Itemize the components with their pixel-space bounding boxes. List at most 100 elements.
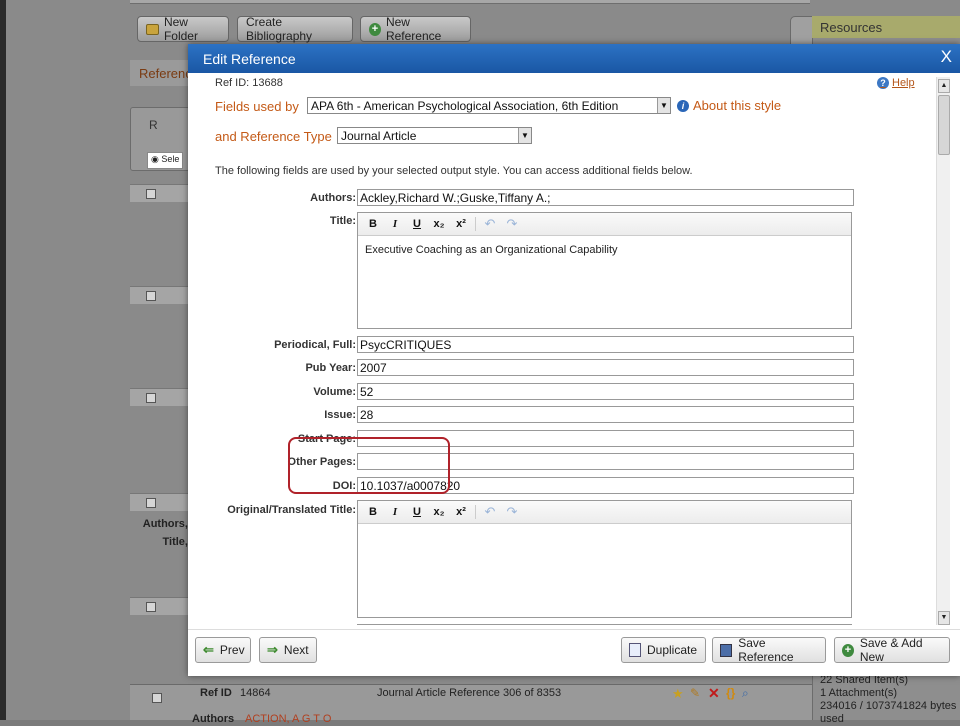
chevron-down-icon: ▼ [518,128,531,143]
italic-button[interactable]: I [385,506,405,518]
next-label: Next [283,643,309,657]
row-checkbox[interactable] [146,393,156,403]
volume-field[interactable]: 52 [357,383,854,400]
underline-button[interactable]: U [407,506,427,518]
dialog-scrollbar[interactable]: ▲ ▼ [936,77,950,625]
search-tab[interactable] [790,16,814,46]
issue-field-label: Issue: [324,409,356,421]
new-folder-button[interactable]: New Folder [137,15,229,43]
top-strip [130,0,810,4]
new-reference-button[interactable]: + New Reference [360,15,471,43]
magnifier-icon[interactable]: ⌕ [742,686,749,701]
dialog-footer: ⇐ Prev ⇒ Next Duplicate Save Reference +… [188,629,960,676]
list-item [130,286,190,304]
select-radio[interactable]: ◉ Sele [147,152,184,169]
resources-header[interactable]: Resources [812,16,960,38]
edit-reference-dialog: Edit Reference X Ref ID: 13688 ? Help Fi… [188,44,960,676]
superscript-button[interactable]: x² [451,218,471,230]
ref-id-value: 14864 [240,687,271,699]
output-style-value: APA 6th - American Psychological Associa… [311,99,619,113]
issue-field[interactable]: 28 [357,406,854,423]
create-bibliography-button[interactable]: Create Bibliography [237,15,353,43]
next-button[interactable]: ⇒ Next [259,637,317,663]
authors-value[interactable]: ACTION, A G T O [245,713,331,725]
authors-field[interactable]: Ackley,Richard W.;Guske,Tiffany A.; [357,189,854,206]
undo-button[interactable]: ↶ [480,216,500,232]
original-title-editor-text[interactable] [358,524,851,540]
row-checkbox[interactable] [146,189,156,199]
delete-icon[interactable]: ✕ [708,685,720,702]
list-item [130,597,190,615]
dialog-header: Edit Reference X [188,44,960,73]
duplicate-icon [629,643,641,657]
row-checkbox[interactable] [146,291,156,301]
reference-type-value: Journal Article [341,129,417,143]
title-editor[interactable]: B I U x₂ x² ↶ ↷ Executive Coaching as an… [357,212,852,329]
superscript-button[interactable]: x² [451,506,471,518]
save-add-new-button[interactable]: + Save & Add New [834,636,950,664]
help-link[interactable]: ? Help [877,77,915,89]
plus-icon: + [842,643,854,657]
save-icon [720,643,733,657]
pub-year-field[interactable]: 2007 [357,359,854,376]
title-editor-toolbar: B I U x₂ x² ↶ ↷ [358,213,851,236]
list-item [130,388,190,406]
save-reference-label: Save Reference [738,636,794,664]
plus-icon: + [369,22,381,36]
redo-button[interactable]: ↷ [502,216,522,232]
panel-letter: R [149,118,158,132]
background-panel: R ◉ Sele [130,107,190,171]
star-icon[interactable]: ★ [672,686,684,702]
references-tab[interactable]: Reference [130,60,199,86]
scroll-down-icon[interactable]: ▼ [938,611,950,625]
title-field-label: Title: [329,215,356,227]
original-title-field-label: Original/Translated Title: [227,504,356,516]
dialog-content: Ref ID: 13688 ? Help Fields used by APA … [188,73,936,629]
scroll-thumb[interactable] [938,95,950,155]
braces-icon[interactable]: {} [726,686,735,700]
volume-field-label: Volume: [313,386,356,398]
folder-icon [146,23,159,35]
list-item [130,184,190,202]
highlight-annotation [288,437,450,494]
chevron-down-icon: ▼ [657,98,670,113]
redo-button[interactable]: ↷ [502,504,522,520]
underline-button[interactable]: U [407,218,427,230]
output-style-select[interactable]: APA 6th - American Psychological Associa… [307,97,671,114]
toolbar-divider [475,217,476,231]
bold-button[interactable]: B [363,218,383,230]
bold-button[interactable]: B [363,506,383,518]
reference-type-label: and Reference Type [215,129,332,144]
italic-button[interactable]: I [385,218,405,230]
undo-button[interactable]: ↶ [480,504,500,520]
new-folder-label: New Folder [163,15,198,43]
row-checkbox[interactable] [146,602,156,612]
title-editor-text[interactable]: Executive Coaching as an Organizational … [358,236,851,264]
duplicate-button[interactable]: Duplicate [621,637,706,663]
attachments-count: 1 Attachment(s) [820,687,898,699]
close-button[interactable]: X [941,47,952,67]
save-reference-button[interactable]: Save Reference [712,636,826,664]
periodical-field[interactable]: PsycCRITIQUES [357,336,854,353]
row-checkbox[interactable] [146,498,156,508]
list-item [130,493,190,511]
original-title-editor-toolbar: B I U x₂ x² ↶ ↷ [358,501,851,524]
row-authors-label: Authors, [142,518,188,530]
original-title-editor[interactable]: B I U x₂ x² ↶ ↷ [357,500,852,618]
subscript-button[interactable]: x₂ [429,218,449,230]
help-label: Help [892,77,915,89]
row-checkbox[interactable] [152,693,162,703]
prev-button[interactable]: ⇐ Prev [195,637,251,663]
reference-type-select[interactable]: Journal Article ▼ [337,127,532,144]
fields-used-by-label: Fields used by [215,99,299,114]
subscript-button[interactable]: x₂ [429,506,449,518]
scroll-up-icon[interactable]: ▲ [938,79,950,93]
periodical-field-label: Periodical, Full: [274,339,356,351]
about-style-label: About this style [693,98,782,113]
about-style-link[interactable]: i About this style [677,98,781,113]
help-icon: ? [877,77,889,89]
duplicate-label: Duplicate [647,643,698,657]
select-text: Sele [161,154,180,164]
toolbar-divider [475,505,476,519]
edit-icon[interactable]: ✎ [690,686,700,700]
